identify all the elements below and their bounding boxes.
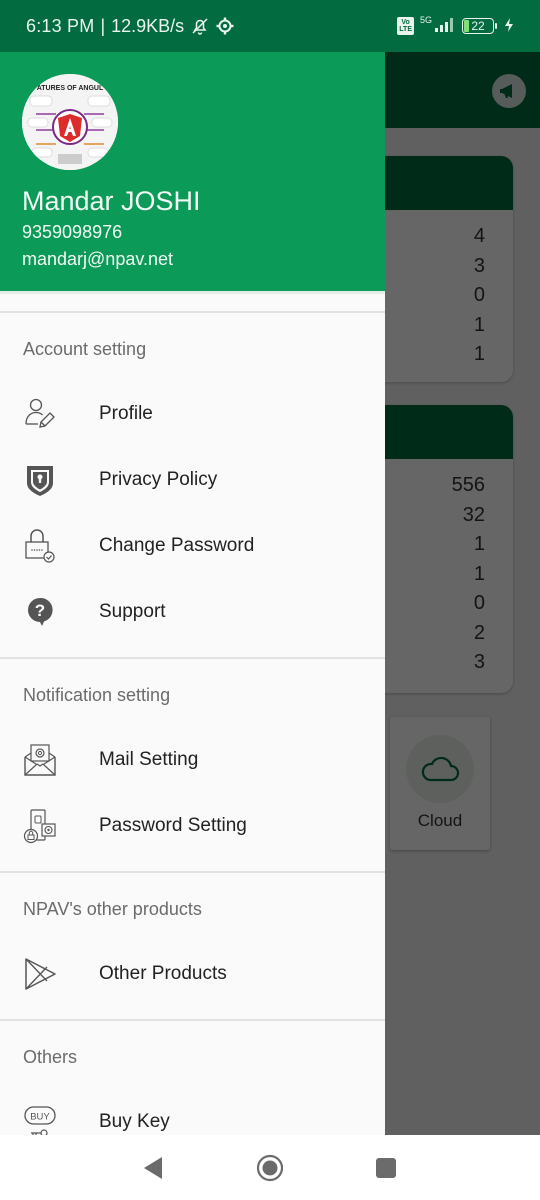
menu-item-label: Other Products [99, 963, 227, 984]
mail-at-icon [20, 740, 60, 780]
user-email: mandarj@npav.net [22, 249, 174, 269]
header-divider [0, 294, 385, 313]
user-phone: 9359098976 [22, 222, 123, 242]
home-button[interactable] [255, 1153, 285, 1183]
charging-icon [504, 16, 514, 37]
volte-icon: Vo LTE [397, 17, 414, 35]
recents-button[interactable] [371, 1153, 401, 1183]
status-separator: | [100, 15, 106, 36]
menu-item-mail-setting[interactable]: Mail Setting [0, 727, 385, 793]
menu-item-password-setting[interactable]: Password Setting [0, 793, 385, 859]
menu-item-label: Password Setting [99, 815, 247, 836]
bell-off-icon [190, 16, 210, 36]
profile-edit-icon [20, 394, 60, 434]
section-title: Account setting [23, 338, 147, 359]
svg-text:ATURES OF ANGUL: ATURES OF ANGUL [37, 85, 104, 92]
buy-key-icon: BUY [20, 1102, 60, 1135]
network-speed: 12.9KB/s [111, 15, 185, 36]
drawer-header: ATURES OF ANGUL Mandar JOSHI 9359098976 … [0, 52, 385, 294]
system-nav-bar [0, 1135, 540, 1200]
svg-text:?: ? [35, 601, 45, 620]
section-other-products: NPAV's other products Other Products [0, 873, 385, 1021]
battery-level: 22 [471, 19, 485, 33]
user-name: Mandar JOSHI [22, 186, 201, 216]
menu-item-other-products[interactable]: Other Products [0, 941, 385, 1007]
password-settings-icon [20, 806, 60, 846]
menu-item-privacy-policy[interactable]: Privacy Policy [0, 447, 385, 513]
status-time: 6:13 PM [26, 15, 95, 36]
play-store-icon [20, 954, 60, 994]
battery-indicator: 22 [462, 18, 497, 34]
menu-item-support[interactable]: ? Support [0, 579, 385, 645]
back-button[interactable] [138, 1153, 168, 1183]
menu-item-label: Privacy Policy [99, 469, 218, 490]
section-title: Others [23, 1046, 78, 1067]
section-notification-setting: Notification setting Mail Setting Passwo… [0, 659, 385, 873]
network-type: 5G [419, 15, 432, 25]
menu-item-label: Buy Key [99, 1111, 170, 1132]
shield-keyhole-icon [20, 460, 60, 500]
padlock-check-icon [20, 526, 60, 566]
section-title: NPAV's other products [23, 898, 202, 919]
section-account-setting: Account setting Profile Privacy Policy C… [0, 313, 385, 659]
menu-item-label: Change Password [99, 535, 255, 556]
svg-text:BUY: BUY [30, 1112, 50, 1123]
menu-item-label: Support [99, 601, 166, 622]
avatar[interactable]: ATURES OF ANGUL [22, 74, 118, 170]
home-icon [256, 1154, 284, 1182]
menu-item-buy-key[interactable]: BUY Buy Key [0, 1089, 385, 1135]
menu-item-label: Profile [99, 403, 153, 424]
menu-item-label: Mail Setting [99, 749, 199, 770]
status-bar: 6:13 PM | 12.9KB/s Vo LTE 5G 22 [0, 0, 540, 52]
help-bubble-icon: ? [20, 592, 60, 632]
navigation-drawer: ATURES OF ANGUL Mandar JOSHI 9359098976 … [0, 52, 385, 1135]
signal-icon [434, 16, 456, 37]
back-icon [144, 1157, 162, 1179]
section-others: Others BUY Buy Key [0, 1021, 385, 1135]
menu-item-change-password[interactable]: Change Password [0, 513, 385, 579]
recents-icon [376, 1158, 396, 1178]
section-title: Notification setting [23, 684, 171, 705]
settings-gear-icon [216, 17, 234, 35]
menu-item-profile[interactable]: Profile [0, 381, 385, 447]
